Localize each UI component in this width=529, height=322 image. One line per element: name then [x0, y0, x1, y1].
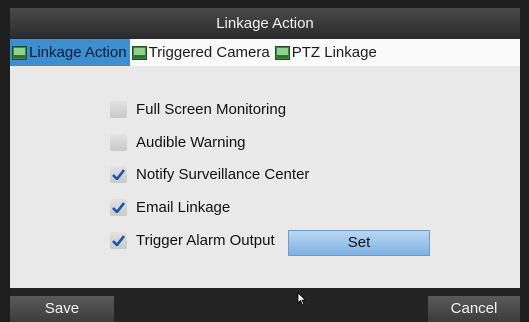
- dialog-title: Linkage Action: [10, 8, 520, 39]
- linkage-options-panel: Full Screen Monitoring Audible Warning N…: [10, 66, 520, 288]
- notify-surveillance-center-checkbox[interactable]: [110, 166, 127, 183]
- option-label: Email Linkage: [136, 199, 231, 216]
- checkmark-icon: [112, 202, 125, 213]
- linkage-action-dialog: Linkage Action Linkage Action Triggered …: [10, 8, 520, 322]
- option-audible-warning[interactable]: Audible Warning: [110, 134, 246, 151]
- option-full-screen-monitoring[interactable]: Full Screen Monitoring: [110, 101, 286, 118]
- tab-linkage-action-label: Linkage Action: [29, 44, 127, 61]
- option-label: Notify Surveillance Center: [136, 166, 310, 183]
- checkmark-icon: [112, 235, 125, 246]
- tab-triggered-camera[interactable]: Triggered Camera: [130, 39, 273, 66]
- option-notify-surveillance-center[interactable]: Notify Surveillance Center: [110, 166, 309, 183]
- mouse-pointer-icon: [297, 292, 307, 306]
- tab-bar: Linkage Action Triggered Camera PTZ Link…: [10, 39, 520, 66]
- tab-ptz-linkage-label: PTZ Linkage: [291, 44, 377, 61]
- set-alarm-output-button[interactable]: Set: [288, 230, 430, 256]
- camera-tab-icon: [131, 45, 147, 60]
- option-label: Trigger Alarm Output: [136, 232, 275, 249]
- camera-tab-icon: [274, 45, 290, 60]
- option-email-linkage[interactable]: Email Linkage: [110, 199, 230, 216]
- cancel-button[interactable]: Cancel: [428, 296, 520, 322]
- tab-triggered-camera-label: Triggered Camera: [148, 44, 270, 61]
- camera-tab-icon: [12, 45, 27, 60]
- option-label: Full Screen Monitoring: [136, 101, 287, 118]
- option-trigger-alarm-output[interactable]: Trigger Alarm Output: [110, 232, 275, 249]
- audible-warning-checkbox[interactable]: [110, 134, 127, 151]
- tab-ptz-linkage[interactable]: PTZ Linkage: [273, 39, 380, 66]
- email-linkage-checkbox[interactable]: [110, 199, 127, 216]
- save-button[interactable]: Save: [10, 296, 114, 322]
- trigger-alarm-output-checkbox[interactable]: [110, 232, 127, 249]
- bottom-bar: Save Cancel: [10, 288, 520, 322]
- tab-linkage-action[interactable]: Linkage Action: [10, 39, 130, 66]
- checkmark-icon: [112, 169, 125, 180]
- option-label: Audible Warning: [136, 134, 246, 151]
- full-screen-monitoring-checkbox[interactable]: [110, 101, 127, 118]
